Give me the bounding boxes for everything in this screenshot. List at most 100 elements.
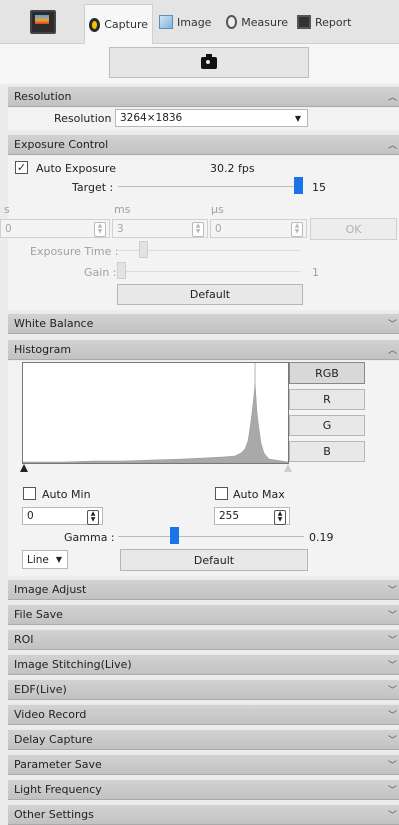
tab-capture-label: Capture	[104, 18, 148, 31]
tab-report[interactable]: Report	[293, 4, 359, 40]
section-title: ROI	[14, 633, 34, 646]
gain-slider-track[interactable]	[118, 271, 301, 272]
section-title: Parameter Save	[14, 758, 102, 771]
auto-max-label: Auto Max	[233, 488, 285, 501]
tab-measure[interactable]: Measure	[222, 4, 292, 40]
gain-slider-thumb[interactable]	[117, 262, 126, 279]
channel-g-button[interactable]: G	[289, 415, 365, 436]
snapshot-button[interactable]	[109, 47, 309, 78]
chevron-down-icon: ﹀	[387, 711, 397, 721]
target-value: 15	[312, 181, 326, 194]
exposure-time-slider-thumb[interactable]	[139, 241, 148, 258]
exposure-ok-button[interactable]: OK	[310, 218, 397, 240]
chevron-down-icon: ﹀	[387, 586, 397, 596]
spinner-icon[interactable]: ▲ ▼	[274, 510, 286, 525]
histogram-default-button[interactable]: Default	[120, 549, 308, 571]
histogram-graph	[22, 363, 289, 464]
section-histogram-title: Histogram	[14, 343, 72, 356]
section-light-frequency[interactable]: Light Frequency ﹀	[8, 779, 399, 800]
section-title: Image Adjust	[14, 583, 87, 596]
target-slider-thumb[interactable]	[294, 177, 303, 194]
section-exposure-title: Exposure Control	[14, 138, 109, 151]
section-exposure-control[interactable]: Exposure Control ︿	[8, 134, 399, 155]
gamma-slider-track[interactable]	[118, 536, 304, 537]
histogram-min-handle[interactable]	[20, 464, 28, 472]
exposure-ms-value: 3	[117, 222, 124, 235]
tab-image[interactable]: Image	[155, 4, 221, 40]
tab-report-label: Report	[315, 15, 352, 29]
tab-measure-label: Measure	[241, 15, 288, 29]
gain-value: 1	[312, 266, 319, 279]
image-icon	[159, 15, 173, 29]
channel-rgb-button[interactable]: RGB	[289, 362, 365, 384]
check-icon: ✓	[16, 161, 27, 174]
channel-r-button[interactable]: R	[289, 389, 365, 410]
histogram-max-handle[interactable]	[284, 464, 292, 472]
section-title: Video Record	[14, 708, 87, 721]
histogram-curve	[22, 382, 289, 464]
spinner-icon[interactable]: ▲ ▼	[291, 222, 303, 237]
chevron-down-icon: ▼	[294, 114, 301, 123]
section-parameter-save[interactable]: Parameter Save ﹀	[8, 754, 399, 775]
gamma-slider-thumb[interactable]	[170, 527, 179, 544]
exposure-s-value: 0	[5, 222, 12, 235]
auto-max-checkbox[interactable]	[215, 487, 228, 500]
section-edf[interactable]: EDF(Live) ﹀	[8, 679, 399, 700]
section-title: Light Frequency	[14, 783, 102, 796]
gain-label: Gain :	[84, 266, 117, 279]
histogram-max-value: 255	[219, 510, 240, 522]
section-image-stitching[interactable]: Image Stitching(Live) ﹀	[8, 654, 399, 675]
fps-readout: 30.2 fps	[210, 162, 255, 175]
section-title: File Save	[14, 608, 63, 621]
exposure-default-button[interactable]: Default	[117, 284, 303, 305]
histogram-max-input[interactable]: 255 ▲ ▼	[214, 507, 290, 525]
section-histogram[interactable]: Histogram ︿	[8, 339, 399, 360]
section-resolution[interactable]: Resolution ︿	[8, 86, 399, 107]
chevron-down-icon: ﹀	[387, 761, 397, 771]
channel-b-button[interactable]: B	[289, 441, 365, 462]
histogram-mode-value: Line	[27, 553, 49, 566]
spinner-icon[interactable]: ▲ ▼	[192, 222, 204, 237]
report-icon	[297, 15, 311, 29]
resolution-select[interactable]: 3264×1836 ▼	[115, 109, 308, 127]
section-video-record[interactable]: Video Record ﹀	[8, 704, 399, 725]
histogram-min-value: 0	[27, 510, 34, 522]
tab-capture[interactable]: Capture	[84, 4, 153, 44]
resolution-value: 3264×1836	[120, 112, 183, 124]
measure-icon	[226, 15, 238, 29]
section-title: Delay Capture	[14, 733, 93, 746]
auto-min-label: Auto Min	[42, 488, 91, 501]
section-roi[interactable]: ROI ﹀	[8, 629, 399, 650]
section-file-save[interactable]: File Save ﹀	[8, 604, 399, 625]
section-delay-capture[interactable]: Delay Capture ﹀	[8, 729, 399, 750]
target-slider-track[interactable]	[118, 186, 301, 187]
histogram-mode-select[interactable]: Line ▼	[22, 550, 68, 569]
chevron-down-icon: ﹀	[387, 736, 397, 746]
chevron-up-icon: ︿	[387, 93, 397, 103]
tab-image-label: Image	[177, 15, 212, 29]
capture-icon	[89, 17, 101, 32]
section-other-settings[interactable]: Other Settings ﹀	[8, 804, 399, 825]
unit-ms-label: ms	[114, 203, 131, 216]
section-title: EDF(Live)	[14, 683, 67, 696]
spinner-icon[interactable]: ▲ ▼	[87, 510, 99, 525]
histogram-min-input[interactable]: 0 ▲ ▼	[22, 507, 103, 525]
exposure-s-input[interactable]: 0 ▲ ▼	[0, 219, 110, 238]
app-logo	[12, 6, 74, 38]
section-title: Other Settings	[14, 808, 94, 821]
spinner-icon[interactable]: ▲ ▼	[94, 222, 106, 237]
section-title: Image Stitching(Live)	[14, 658, 132, 671]
section-white-balance[interactable]: White Balance ﹀	[8, 313, 399, 334]
auto-exposure-label: Auto Exposure	[36, 162, 116, 175]
target-label: Target :	[72, 181, 114, 194]
chevron-down-icon: ﹀	[387, 636, 397, 646]
resolution-label: Resolution :	[54, 112, 119, 125]
chevron-down-icon: ﹀	[387, 786, 397, 796]
auto-exposure-checkbox[interactable]: ✓	[15, 161, 28, 174]
exposure-us-input[interactable]: 0 ▲ ▼	[210, 219, 307, 238]
section-image-adjust[interactable]: Image Adjust ﹀	[8, 579, 399, 600]
exposure-us-value: 0	[215, 222, 222, 235]
gamma-value: 0.19	[309, 531, 334, 544]
exposure-ms-input[interactable]: 3 ▲ ▼	[112, 219, 208, 238]
auto-min-checkbox[interactable]	[23, 487, 36, 500]
